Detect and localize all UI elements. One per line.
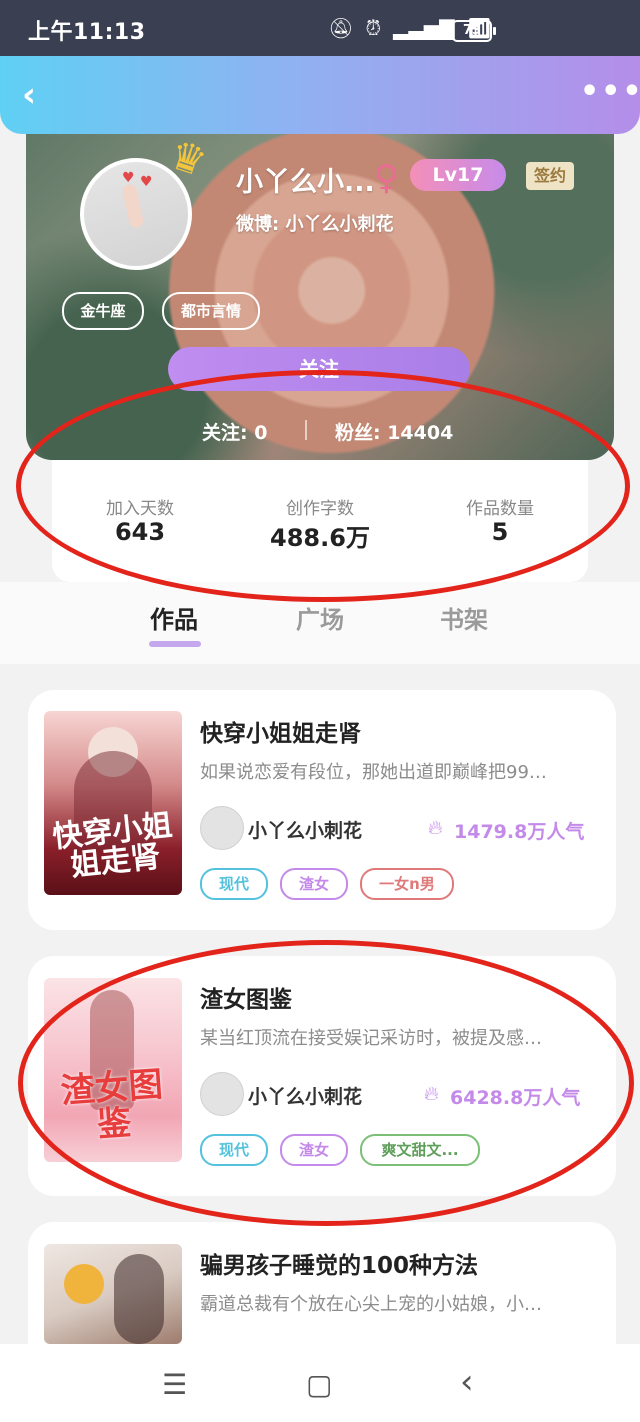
book-cover-image[interactable] bbox=[44, 1244, 182, 1344]
username: 小丫么小... bbox=[236, 167, 375, 198]
tab-bookshelf[interactable]: 书架 bbox=[440, 600, 488, 635]
author-avatar[interactable] bbox=[200, 806, 244, 850]
book-title[interactable]: 骗男孩子睡觉的100种方法 bbox=[200, 1246, 478, 1280]
back-icon[interactable]: ‹ bbox=[460, 1362, 474, 1402]
book-tag[interactable]: 渣女 bbox=[280, 868, 348, 900]
bell-off-icon: 🔕︎ bbox=[328, 16, 354, 40]
signal-icon: ▂▃▅▇ bbox=[393, 16, 455, 40]
book-description: 霸道总裁有个放在心尖上宠的小姑娘，小… bbox=[200, 1294, 542, 1315]
profile-tag-genre: 都市言情 bbox=[162, 292, 260, 330]
alarm-icon: ⏰︎ bbox=[365, 16, 382, 40]
menu-icon[interactable]: ☰ bbox=[162, 1368, 187, 1401]
annotation-ellipse bbox=[16, 370, 630, 602]
book-tag[interactable]: 现代 bbox=[200, 868, 268, 900]
signed-badge: 签约 bbox=[526, 162, 574, 190]
status-time: 上午11:13 bbox=[28, 20, 146, 45]
more-options-icon[interactable]: ••• bbox=[580, 77, 640, 112]
book-tag[interactable]: 一女n男 bbox=[360, 868, 454, 900]
tab-square[interactable]: 广场 bbox=[296, 600, 344, 635]
fire-icon: 🔥︎ bbox=[428, 815, 443, 839]
female-gender-icon: ♀ bbox=[374, 158, 399, 198]
profile-tag-zodiac: 金牛座 bbox=[62, 292, 144, 330]
tab-works[interactable]: 作品 bbox=[150, 600, 198, 635]
author-name[interactable]: 小丫么小刺花 bbox=[248, 816, 362, 843]
back-button[interactable]: ‹ bbox=[22, 78, 52, 112]
book-cover-image[interactable]: 快穿小姐姐走肾 bbox=[44, 711, 182, 895]
active-tab-indicator bbox=[149, 641, 201, 647]
battery-icon: 73 bbox=[452, 20, 496, 42]
home-icon[interactable]: ▢ bbox=[306, 1368, 332, 1401]
book-title[interactable]: 快穿小姐姐走肾 bbox=[200, 714, 361, 748]
top-header bbox=[0, 56, 640, 134]
annotation-ellipse bbox=[18, 940, 634, 1226]
popularity-count: 1479.8万人气 bbox=[454, 821, 585, 843]
weibo-handle: 微博: 小丫么小刺花 bbox=[236, 214, 394, 235]
level-badge: Lv17 bbox=[410, 159, 506, 191]
book-description: 如果说恋爱有段位，那她出道即巅峰把99… bbox=[200, 762, 547, 783]
status-bar: 上午11:13 🔕︎ ⏰︎ ▂▃▅▇ 📶︎ 73 bbox=[0, 0, 640, 56]
